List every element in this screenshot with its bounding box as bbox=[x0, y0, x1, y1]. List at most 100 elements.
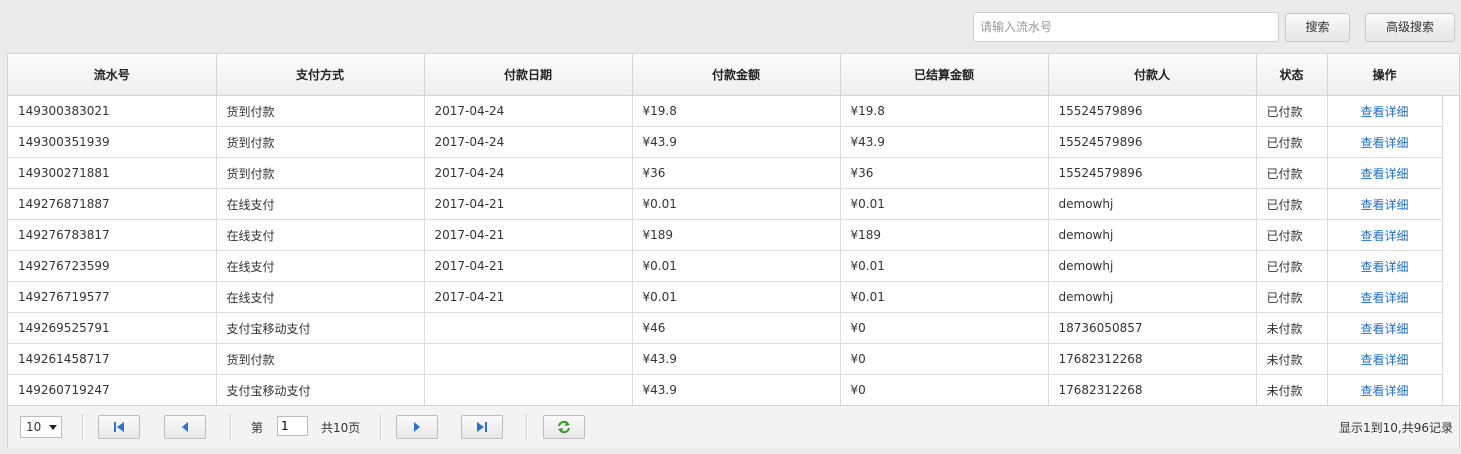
view-details-link[interactable]: 查看详细 bbox=[1360, 105, 1408, 119]
table-row[interactable]: 149269525791 支付宝移动支付 ¥46 ¥0 18736050857 未付款 查看… bbox=[8, 312, 1443, 344]
cell-action: 查看详细 bbox=[1327, 188, 1443, 220]
cell-status: 已付款 bbox=[1256, 219, 1328, 251]
cell-status: 已付款 bbox=[1256, 126, 1328, 158]
page-size-select[interactable]: 10 bbox=[20, 416, 62, 438]
table-row[interactable]: 149300271881 货到付款 2017-04-24 ¥36 ¥36 15524579… bbox=[8, 157, 1443, 189]
page-size-value: 10 bbox=[26, 420, 42, 434]
table-row[interactable]: 149300383021 货到付款 2017-04-24 ¥19.8 ¥19.8 1552… bbox=[8, 95, 1443, 127]
cell-status: 已付款 bbox=[1256, 188, 1328, 220]
previous-page-button[interactable] bbox=[164, 415, 206, 439]
cell-settled-amount: ¥189 bbox=[840, 219, 1049, 251]
table-row[interactable]: 149261458717 货到付款 ¥43.9 ¥0 17682312268 未付款 查看详… bbox=[8, 343, 1443, 375]
advanced-search-button[interactable]: 高级搜索 bbox=[1365, 13, 1455, 42]
column-header-settled[interactable]: 已结算金额 bbox=[840, 54, 1049, 96]
cell-action: 查看详细 bbox=[1327, 250, 1443, 282]
cell-settled-amount: ¥0.01 bbox=[840, 250, 1049, 282]
cell-payment-method: 在线支付 bbox=[216, 188, 425, 220]
column-header-amount[interactable]: 付款金额 bbox=[632, 54, 841, 96]
first-page-icon bbox=[114, 422, 124, 432]
cell-settled-amount: ¥0.01 bbox=[840, 281, 1049, 313]
cell-action: 查看详细 bbox=[1327, 374, 1443, 406]
cell-amount: ¥43.9 bbox=[632, 343, 841, 375]
cell-payer: 15524579896 bbox=[1048, 126, 1257, 158]
cell-payer: demowhj bbox=[1048, 219, 1257, 251]
previous-page-icon bbox=[182, 422, 188, 432]
pager-separator bbox=[380, 414, 382, 440]
cell-serial: 149260719247 bbox=[8, 374, 217, 406]
first-page-button[interactable] bbox=[98, 415, 140, 439]
current-page-input[interactable] bbox=[277, 416, 308, 436]
cell-payer: demowhj bbox=[1048, 281, 1257, 313]
view-details-link[interactable]: 查看详细 bbox=[1360, 229, 1408, 243]
cell-settled-amount: ¥19.8 bbox=[840, 95, 1049, 127]
payment-table: 流水号 支付方式 付款日期 付款金额 已结算金额 付款人 状态 操作 14930… bbox=[8, 54, 1443, 406]
view-details-link[interactable]: 查看详细 bbox=[1360, 384, 1408, 398]
pager-separator bbox=[230, 414, 232, 440]
cell-action: 查看详细 bbox=[1327, 126, 1443, 158]
view-details-link[interactable]: 查看详细 bbox=[1360, 198, 1408, 212]
cell-settled-amount: ¥43.9 bbox=[840, 126, 1049, 158]
column-header-payer[interactable]: 付款人 bbox=[1048, 54, 1257, 96]
cell-action: 查看详细 bbox=[1327, 219, 1443, 251]
cell-payment-method: 货到付款 bbox=[216, 157, 425, 189]
cell-status: 已付款 bbox=[1256, 281, 1328, 313]
cell-settled-amount: ¥0.01 bbox=[840, 188, 1049, 220]
cell-status: 未付款 bbox=[1256, 374, 1328, 406]
cell-settled-amount: ¥0 bbox=[840, 343, 1049, 375]
total-pages-label: 共10页 bbox=[321, 421, 361, 435]
cell-amount: ¥43.9 bbox=[632, 126, 841, 158]
cell-action: 查看详细 bbox=[1327, 281, 1443, 313]
column-header-serial[interactable]: 流水号 bbox=[8, 54, 217, 96]
cell-payer: 17682312268 bbox=[1048, 343, 1257, 375]
view-details-link[interactable]: 查看详细 bbox=[1360, 291, 1408, 305]
table-body: 149300383021 货到付款 2017-04-24 ¥19.8 ¥19.8 1552… bbox=[8, 95, 1443, 406]
cell-amount: ¥19.8 bbox=[632, 95, 841, 127]
cell-payment-date: 2017-04-24 bbox=[424, 157, 633, 189]
cell-amount: ¥43.9 bbox=[632, 374, 841, 406]
cell-action: 查看详细 bbox=[1327, 312, 1443, 344]
next-page-button[interactable] bbox=[396, 415, 438, 439]
table-row[interactable]: 149260719247 支付宝移动支付 ¥43.9 ¥0 17682312268 未付款… bbox=[8, 374, 1443, 406]
cell-serial: 149300271881 bbox=[8, 157, 217, 189]
column-header-date[interactable]: 付款日期 bbox=[424, 54, 633, 96]
view-details-link[interactable]: 查看详细 bbox=[1360, 260, 1408, 274]
page-prefix-label: 第 bbox=[251, 421, 264, 435]
view-details-link[interactable]: 查看详细 bbox=[1360, 167, 1408, 181]
cell-payer: 17682312268 bbox=[1048, 374, 1257, 406]
table-row[interactable]: 149276783817 在线支付 2017-04-21 ¥189 ¥189 demowh… bbox=[8, 219, 1443, 251]
last-page-icon bbox=[477, 422, 487, 432]
cell-payment-method: 在线支付 bbox=[216, 281, 425, 313]
view-details-link[interactable]: 查看详细 bbox=[1360, 322, 1408, 336]
search-button[interactable]: 搜索 bbox=[1285, 13, 1350, 42]
cell-serial: 149269525791 bbox=[8, 312, 217, 344]
table-row[interactable]: 149300351939 货到付款 2017-04-24 ¥43.9 ¥43.9 1552… bbox=[8, 126, 1443, 158]
cell-amount: ¥0.01 bbox=[632, 250, 841, 282]
column-header-action: 操作 bbox=[1327, 54, 1443, 96]
refresh-icon bbox=[558, 420, 570, 434]
cell-action: 查看详细 bbox=[1327, 343, 1443, 375]
cell-status: 已付款 bbox=[1256, 95, 1328, 127]
serial-search-input[interactable] bbox=[973, 12, 1279, 42]
cell-serial: 149276871887 bbox=[8, 188, 217, 220]
view-details-link[interactable]: 查看详细 bbox=[1360, 136, 1408, 150]
cell-status: 未付款 bbox=[1256, 343, 1328, 375]
column-header-status[interactable]: 状态 bbox=[1256, 54, 1328, 96]
column-header-method[interactable]: 支付方式 bbox=[216, 54, 425, 96]
cell-payer: demowhj bbox=[1048, 188, 1257, 220]
refresh-button[interactable] bbox=[543, 415, 585, 439]
view-details-link[interactable]: 查看详细 bbox=[1360, 353, 1408, 367]
cell-serial: 149261458717 bbox=[8, 343, 217, 375]
cell-amount: ¥0.01 bbox=[632, 188, 841, 220]
cell-serial: 149276783817 bbox=[8, 219, 217, 251]
table-row[interactable]: 149276723599 在线支付 2017-04-21 ¥0.01 ¥0.01 demo… bbox=[8, 250, 1443, 282]
cell-action: 查看详细 bbox=[1327, 157, 1443, 189]
table-row[interactable]: 149276871887 在线支付 2017-04-21 ¥0.01 ¥0.01 demo… bbox=[8, 188, 1443, 220]
cell-amount: ¥0.01 bbox=[632, 281, 841, 313]
cell-payment-date: 2017-04-21 bbox=[424, 188, 633, 220]
table-header-row: 流水号 支付方式 付款日期 付款金额 已结算金额 付款人 状态 操作 bbox=[8, 54, 1443, 96]
cell-payment-method: 支付宝移动支付 bbox=[216, 374, 425, 406]
payment-grid: 流水号 支付方式 付款日期 付款金额 已结算金额 付款人 状态 操作 14930… bbox=[7, 53, 1460, 448]
cell-payment-date: 2017-04-21 bbox=[424, 281, 633, 313]
table-row[interactable]: 149276719577 在线支付 2017-04-21 ¥0.01 ¥0.01 demo… bbox=[8, 281, 1443, 313]
last-page-button[interactable] bbox=[461, 415, 503, 439]
